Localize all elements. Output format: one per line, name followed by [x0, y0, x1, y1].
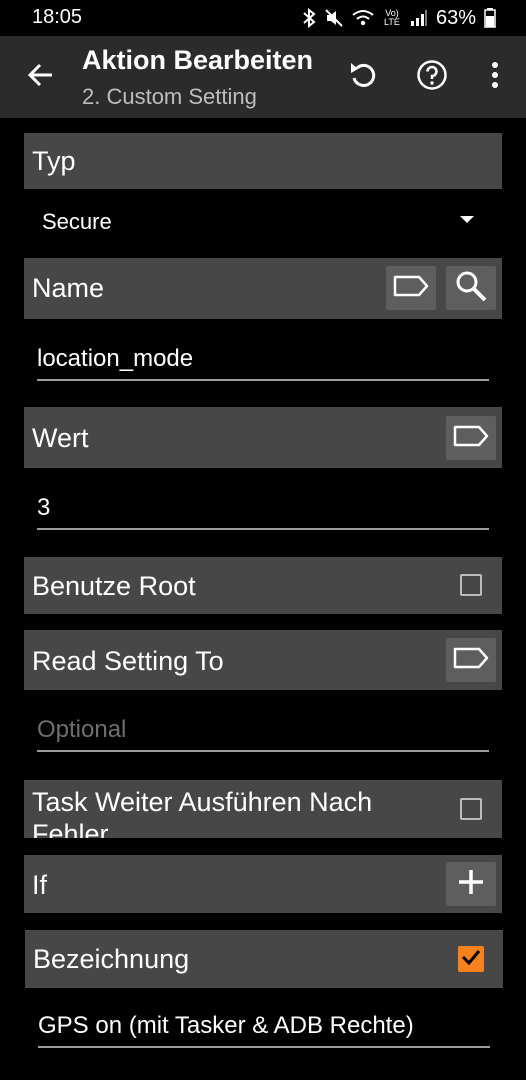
- if-label: If: [32, 870, 48, 900]
- tag-icon: [453, 646, 489, 675]
- tag-icon: [453, 424, 489, 453]
- mute-icon: [324, 8, 344, 28]
- name-variable-button[interactable]: [386, 266, 436, 310]
- dropdown-arrow-icon: [460, 216, 474, 223]
- wert-label: Wert: [32, 423, 89, 453]
- more-vert-icon: [491, 61, 499, 93]
- typ-label: Typ: [32, 146, 76, 176]
- label-section-label: Bezeichnung: [33, 944, 190, 974]
- page-title: Aktion Bearbeiten: [82, 45, 314, 75]
- page-subtitle: 2. Custom Setting: [82, 84, 257, 109]
- continue-after-error-label: Task Weiter Ausführen Nach Fehler: [32, 787, 373, 838]
- plus-icon: [457, 868, 485, 901]
- name-label: Name: [32, 273, 105, 303]
- read-setting-placeholder: Optional: [37, 716, 127, 743]
- more-options-button[interactable]: [472, 54, 518, 100]
- root-section[interactable]: Benutze Root: [24, 557, 502, 614]
- help-icon: [416, 59, 448, 96]
- back-button[interactable]: [16, 56, 64, 98]
- volte-icon: Vo) LTE: [384, 8, 400, 27]
- label-checkbox[interactable]: [458, 946, 484, 972]
- wert-section: Wert: [24, 407, 502, 468]
- undo-icon: [349, 60, 377, 95]
- battery-percent: 63%: [435, 6, 476, 29]
- label-field-value: GPS on (mit Tasker & ADB Rechte): [38, 1012, 414, 1039]
- wert-field-value: 3: [37, 494, 51, 521]
- battery-icon: [484, 8, 496, 28]
- read-setting-field[interactable]: Optional: [37, 712, 489, 752]
- status-time: 18:05: [32, 6, 83, 28]
- if-section: If: [24, 855, 502, 913]
- wifi-icon: [352, 9, 374, 27]
- wert-variable-button[interactable]: [446, 416, 496, 460]
- typ-spinner-value: Secure: [42, 209, 112, 234]
- typ-section: Typ: [24, 133, 502, 189]
- search-icon: [455, 270, 487, 307]
- read-setting-variable-button[interactable]: [446, 638, 496, 682]
- bluetooth-icon: [302, 8, 316, 28]
- name-search-button[interactable]: [446, 266, 496, 310]
- wert-field[interactable]: 3: [37, 490, 489, 530]
- name-field[interactable]: location_mode: [37, 341, 489, 381]
- add-condition-button[interactable]: [446, 862, 496, 906]
- signal-icon: [410, 9, 428, 27]
- continue-after-error-section[interactable]: Task Weiter Ausführen Nach Fehler: [24, 780, 502, 838]
- status-icons: Vo) LTE 63%: [302, 6, 496, 30]
- help-button[interactable]: [409, 54, 455, 100]
- continue-after-error-checkbox[interactable]: [460, 798, 482, 820]
- label-field[interactable]: GPS on (mit Tasker & ADB Rechte): [38, 1008, 490, 1048]
- undo-button[interactable]: [340, 54, 386, 100]
- typ-spinner[interactable]: Secure: [42, 204, 482, 240]
- read-setting-section: Read Setting To: [24, 630, 502, 690]
- name-field-value: location_mode: [37, 345, 194, 372]
- back-arrow-icon: [26, 61, 54, 94]
- tag-icon: [393, 274, 429, 303]
- name-section: Name: [24, 258, 502, 319]
- checkmark-icon: [461, 949, 481, 970]
- read-setting-label: Read Setting To: [32, 646, 224, 676]
- label-section[interactable]: Bezeichnung: [25, 930, 503, 988]
- app-bar: Aktion Bearbeiten 2. Custom Setting: [0, 36, 526, 118]
- status-bar: 18:05 Vo) LTE 63%: [0, 0, 526, 36]
- root-checkbox[interactable]: [460, 574, 482, 596]
- root-label: Benutze Root: [32, 571, 196, 601]
